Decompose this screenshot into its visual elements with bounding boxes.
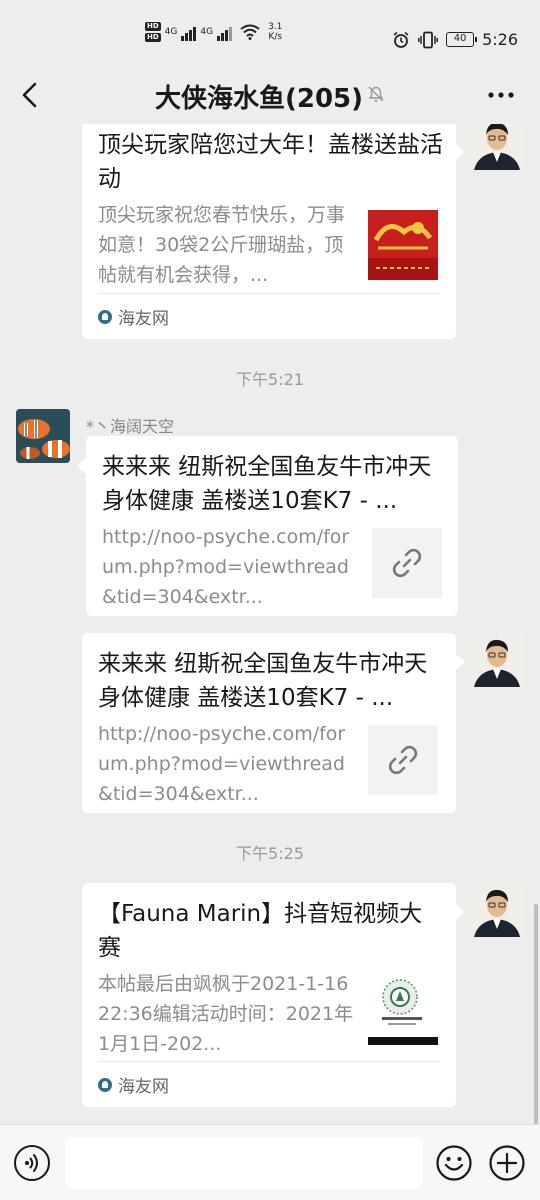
card-description: http://noo-psyche.com/forum.php?mod=view… <box>102 526 350 608</box>
source-name: 海友网 <box>118 309 169 329</box>
scrollbar[interactable] <box>534 904 538 1124</box>
card-title: 来来来 纽斯祝全国鱼友牛市冲天 身体健康 盖楼送10套K7 - ... <box>102 454 432 514</box>
clock: 5:26 <box>482 30 518 49</box>
card-title: 【Fauna Marin】抖音短视频大赛 <box>98 901 423 961</box>
source-logo-icon <box>98 309 112 324</box>
link-icon <box>388 745 418 775</box>
bubble-tail <box>456 144 465 160</box>
link-thumbnail <box>368 725 438 795</box>
source-name: 海友网 <box>118 1077 169 1097</box>
link-card[interactable]: 来来来 纽斯祝全国鱼友牛市冲天 身体健康 盖楼送10套K7 - ... http… <box>82 633 456 813</box>
avatar[interactable] <box>470 633 524 687</box>
signal-icon <box>181 23 197 41</box>
voice-button[interactable] <box>14 1145 50 1181</box>
source-logo-icon <box>98 1077 112 1092</box>
battery-icon: 40 <box>446 32 478 47</box>
card-description: 本帖最后由飒枫于2021-1-1622:36编辑活动时间：2021年1月1日-2… <box>98 973 354 1055</box>
card-source: 海友网 <box>98 1061 440 1107</box>
card-title: 来来来 纽斯祝全国鱼友牛市冲天 身体健康 盖楼送10套K7 - ... <box>98 651 428 711</box>
avatar[interactable] <box>470 883 524 937</box>
status-left: HD HD 4G 4G 3.1 K/s <box>145 22 282 42</box>
chat-title: 大侠海水鱼(205) <box>154 84 364 114</box>
alarm-icon <box>393 31 409 48</box>
article-card[interactable]: 顶尖玩家陪您过大年！盖楼送盐活动 顶尖玩家祝您春节快乐，万事如意！30袋2公斤珊… <box>82 124 456 339</box>
hd-badge: HD <box>145 33 161 42</box>
input-bar <box>0 1124 540 1200</box>
message-input[interactable] <box>66 1137 422 1189</box>
timestamp: 下午5:25 <box>236 844 304 863</box>
card-source: 海友网 <box>98 293 440 339</box>
chat-area[interactable]: 顶尖玩家陪您过大年！盖楼送盐活动 顶尖玩家祝您春节快乐，万事如意！30袋2公斤珊… <box>0 124 540 1124</box>
network-speed: 3.1 K/s <box>268 22 282 42</box>
avatar[interactable] <box>16 409 70 463</box>
avatar[interactable] <box>470 124 524 170</box>
voice-icon <box>25 1154 38 1172</box>
link-icon <box>392 548 422 578</box>
card-title: 顶尖玩家陪您过大年！盖楼送盐活动 <box>98 132 443 192</box>
status-right: 40 5:26 <box>392 30 518 49</box>
plus-icon[interactable] <box>489 1145 525 1181</box>
sender-name: *丶海阔天空 <box>86 417 175 436</box>
article-thumbnail <box>368 210 438 280</box>
hd-indicators: HD HD <box>145 22 161 42</box>
wifi-icon <box>240 24 260 40</box>
speed-value: 3.1 <box>268 22 283 32</box>
link-card[interactable]: 来来来 纽斯祝全国鱼友牛市冲天 身体健康 盖楼送10套K7 - ... http… <box>86 436 458 616</box>
signal-icon <box>217 23 233 41</box>
speed-unit: K/s <box>268 32 283 42</box>
emoji-icon[interactable] <box>436 1145 472 1181</box>
more-icon[interactable] <box>486 82 516 108</box>
link-thumbnail <box>372 528 442 598</box>
card-description: 顶尖玩家祝您春节快乐，万事如意！30袋2公斤珊瑚盐，顶帖就有机会获得，... <box>98 204 346 286</box>
bubble-tail <box>456 904 465 920</box>
timestamp: 下午5:21 <box>236 370 304 389</box>
bubble-tail <box>77 458 86 474</box>
vibrate-icon <box>418 31 439 48</box>
network-type: 4G <box>164 27 178 37</box>
mute-bell-icon <box>368 86 384 102</box>
status-bar: HD HD 4G 4G 3.1 K/s 40 5:26 <box>0 0 540 68</box>
article-card[interactable]: 【Fauna Marin】抖音短视频大赛 本帖最后由飒枫于2021-1-1622… <box>82 883 456 1107</box>
bubble-tail <box>456 654 465 670</box>
card-description: http://noo-psyche.com/forum.php?mod=view… <box>98 723 346 805</box>
chat-header: 大侠海水鱼(205) <box>0 68 540 124</box>
hd-badge: HD <box>145 22 161 31</box>
article-thumbnail <box>368 975 438 1045</box>
network-type: 4G <box>200 27 214 37</box>
